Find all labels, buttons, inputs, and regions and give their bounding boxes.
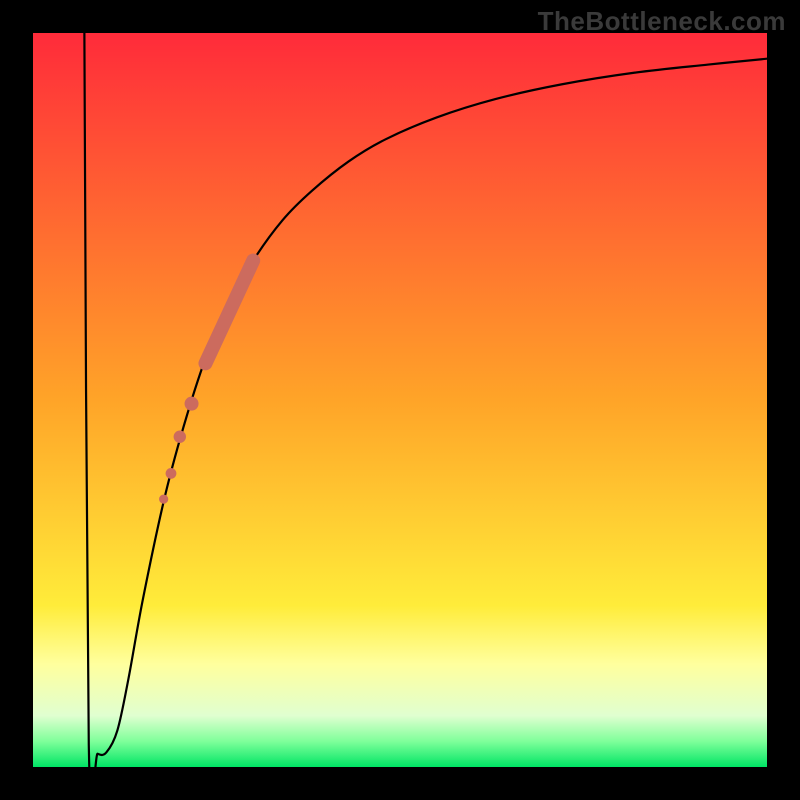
- plot-area: [33, 33, 767, 767]
- gradient-background: [33, 33, 767, 767]
- chart-svg: [33, 33, 767, 767]
- highlight-dot: [185, 397, 199, 411]
- highlight-dot: [159, 494, 168, 503]
- highlight-dot: [166, 468, 177, 479]
- highlight-dot: [174, 431, 186, 443]
- chart-frame: TheBottleneck.com: [0, 0, 800, 800]
